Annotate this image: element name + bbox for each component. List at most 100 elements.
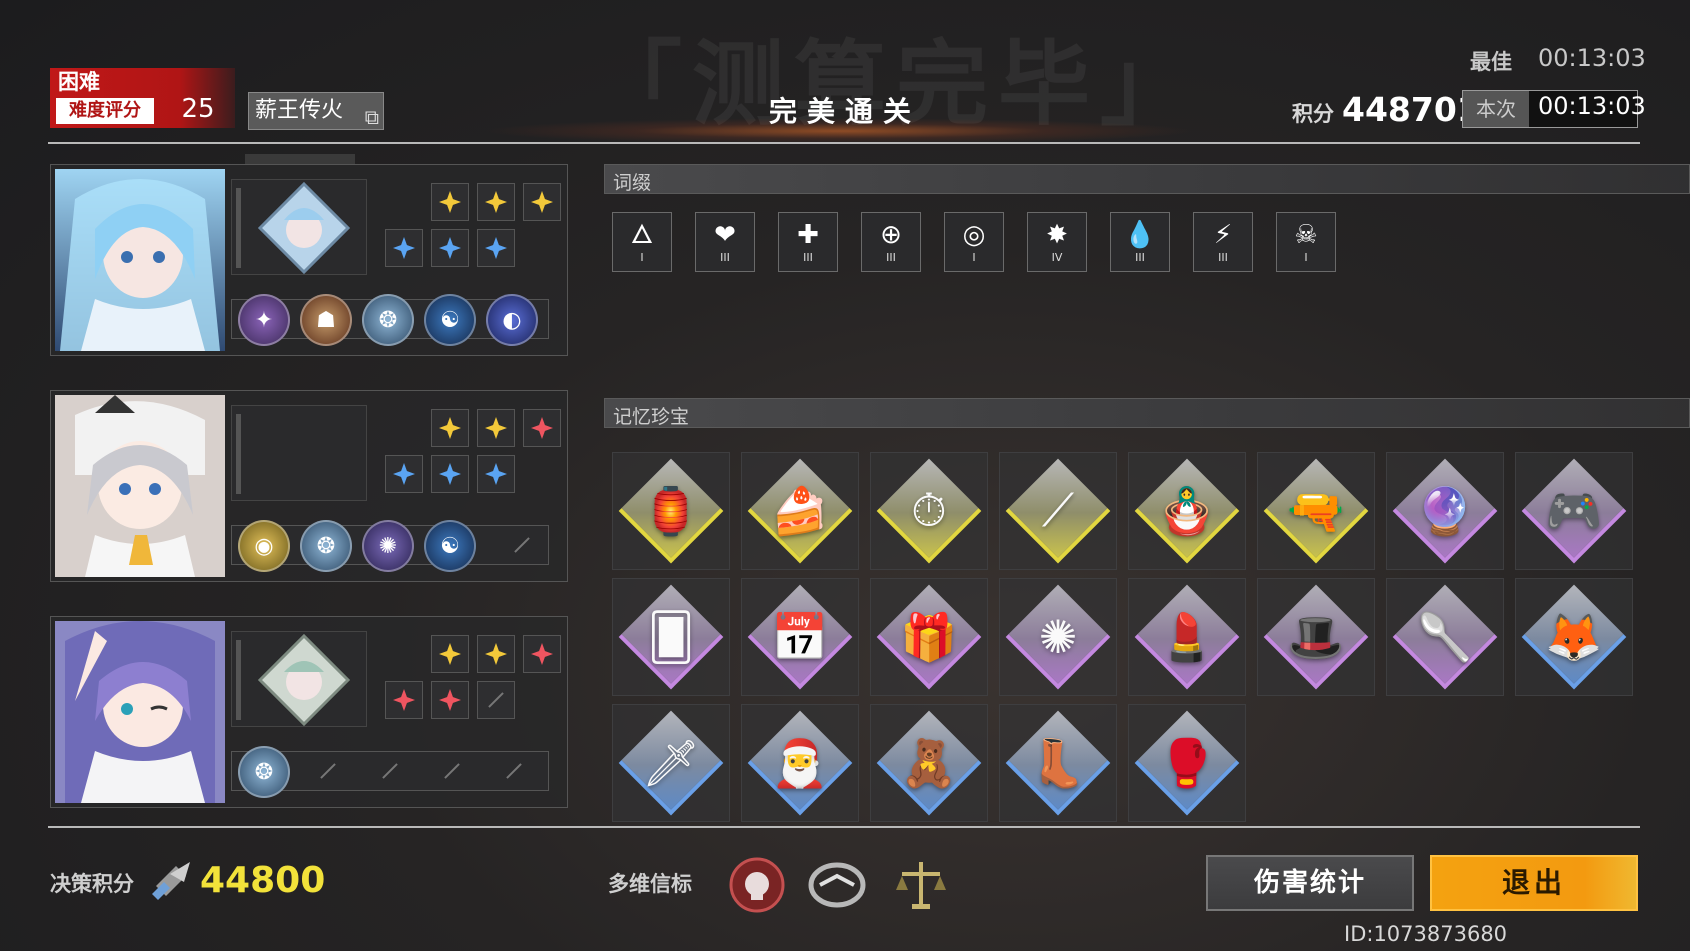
beacon-skull-icon[interactable] [724, 852, 790, 918]
heart-skull-icon[interactable]: ☠ I [1276, 212, 1336, 272]
eidolon-star-blue [385, 455, 423, 493]
jester-box-icon[interactable]: 🎁 [870, 578, 988, 696]
ring-icon[interactable]: ◎ I [944, 212, 1004, 272]
exit-button[interactable]: 退出 [1430, 855, 1638, 911]
eidolon-star-blue [431, 455, 469, 493]
eidolon-star-red [431, 681, 469, 719]
eidolon-star-blue [431, 229, 469, 267]
pocket-watch-icon[interactable]: ⏱ [870, 452, 988, 570]
game-console-icon[interactable]: 🎮 [1515, 452, 1633, 570]
card-icon[interactable]: 🂠 [612, 578, 730, 696]
relic-icon[interactable]: ☯ [424, 520, 476, 572]
boxing-gloves-icon[interactable]: 🥊 [1128, 704, 1246, 822]
relic-icon[interactable]: ❂ [362, 294, 414, 346]
beacon-scales-icon[interactable] [888, 852, 954, 918]
eidolon-star-red [523, 635, 561, 673]
blessings-header: 词缀 [604, 164, 1690, 194]
best-time-label: 最佳 [1470, 50, 1512, 74]
empty-slot-mark [382, 763, 398, 779]
blade-icon[interactable]: 🗡 [612, 704, 730, 822]
explosion-icon[interactable]: ✸ IV [1027, 212, 1087, 272]
team-card-3[interactable]: ❂ [50, 616, 568, 808]
light-cone-slot-2[interactable] [231, 405, 367, 501]
lightning-icon[interactable]: ⚡ III [1193, 212, 1253, 272]
score-label: 积分 [1292, 102, 1334, 126]
fox-dagger-icon[interactable]: 🦊 [1515, 578, 1633, 696]
light-cone-icon [257, 181, 351, 275]
cake-icon[interactable]: 🍰 [741, 452, 859, 570]
eidolon-star-gold [431, 635, 469, 673]
difficulty-score: 25 [181, 94, 215, 124]
relic-icon[interactable]: ✺ [362, 520, 414, 572]
character-portrait-3[interactable] [55, 621, 225, 803]
relic-icon[interactable]: ◉ [238, 520, 290, 572]
eidolon-star-gold [431, 183, 469, 221]
blessing-level: III [720, 250, 730, 264]
character-portrait-1[interactable] [55, 169, 225, 351]
result-subtitle: 完美通关 [768, 95, 921, 128]
paw-lamp-icon[interactable]: 🏮 [612, 452, 730, 570]
team-card-2[interactable]: ◉ ❂ ✺ ☯ [50, 390, 568, 582]
santa-hat-icon[interactable]: 🎅 [741, 704, 859, 822]
empty-slot-mark [506, 763, 522, 779]
boots-icon[interactable]: 👢 [999, 704, 1117, 822]
crystal-ball-icon[interactable]: 🔮 [1386, 452, 1504, 570]
eidolon-star-blue [385, 229, 423, 267]
blessing-level: I [640, 250, 644, 264]
heart-shield-icon[interactable]: ❤ III [695, 212, 755, 272]
heart-cross-icon[interactable]: ✚ III [778, 212, 838, 272]
eidolon-star-red [385, 681, 423, 719]
empty-slot-mark [444, 763, 460, 779]
relic-icon[interactable]: ❂ [238, 746, 290, 798]
relic-icon[interactable]: ◐ [486, 294, 538, 346]
user-id: ID:1073873680 [1344, 922, 1508, 946]
eidolon-star-empty [477, 681, 515, 719]
eidolon-star-gold [477, 409, 515, 447]
lipstick-icon[interactable]: 💄 [1128, 578, 1246, 696]
best-time-value: 00:13:03 [1538, 44, 1646, 72]
relic-row-3: ❂ [231, 746, 549, 798]
eidolon-star-gold [523, 183, 561, 221]
character-portrait-2[interactable] [55, 395, 225, 577]
flame-icon[interactable]: 🜂 I [612, 212, 672, 272]
eidolon-star-gold [477, 183, 515, 221]
drop-icon[interactable]: 💧 III [1110, 212, 1170, 272]
current-time-label: 本次 [1463, 91, 1529, 127]
difficulty-name: 困难 [58, 70, 100, 94]
curios-header: 记忆珍宝 [604, 398, 1690, 428]
eidolon-star-gold [431, 409, 469, 447]
curios-title: 记忆珍宝 [613, 406, 690, 428]
pirate-hat-icon[interactable]: 🎩 [1257, 578, 1375, 696]
blessing-level: III [1135, 250, 1145, 264]
light-cone-slot-1[interactable] [231, 179, 367, 275]
decision-points-value: 44800 [200, 860, 326, 901]
crowbar-icon[interactable]: ⟋ [999, 452, 1117, 570]
multiverse-beacon-label: 多维信标 [608, 872, 692, 896]
nesting-doll-icon[interactable]: 🪆 [1128, 452, 1246, 570]
damage-stats-button[interactable]: 伤害统计 [1206, 855, 1414, 911]
spoon-icon[interactable]: 🥄 [1386, 578, 1504, 696]
dreamcatcher-icon[interactable]: ✺ [999, 578, 1117, 696]
relic-icon[interactable]: ☗ [300, 294, 352, 346]
mode-tag[interactable]: 薪王传火 ⧉ [248, 92, 384, 130]
team-card-1[interactable]: ✦ ☗ ❂ ☯ ◐ [50, 164, 568, 356]
difficulty-label: 难度评分 [56, 98, 154, 124]
blessing-level: I [972, 250, 976, 264]
empty-slot-mark [514, 537, 530, 553]
footer-divider [48, 826, 1640, 828]
blessings-title: 词缀 [613, 172, 652, 194]
eidolon-star-red [523, 409, 561, 447]
eidolon-star-blue [477, 455, 515, 493]
aether-gun-icon[interactable]: 🔫 [1257, 452, 1375, 570]
blessing-level: III [1218, 250, 1228, 264]
mode-name: 薪王传火 [255, 98, 344, 123]
relic-icon[interactable]: ❂ [300, 520, 352, 572]
relic-icon[interactable]: ☯ [424, 294, 476, 346]
relic-icon[interactable]: ✦ [238, 294, 290, 346]
teddy-bear-icon[interactable]: 🧸 [870, 704, 988, 822]
eidolon-star-gold [477, 635, 515, 673]
calendar-icon[interactable]: 📅 [741, 578, 859, 696]
beacon-loop-icon[interactable] [804, 852, 870, 918]
crosshair-icon[interactable]: ⊕ III [861, 212, 921, 272]
light-cone-slot-3[interactable] [231, 631, 367, 727]
